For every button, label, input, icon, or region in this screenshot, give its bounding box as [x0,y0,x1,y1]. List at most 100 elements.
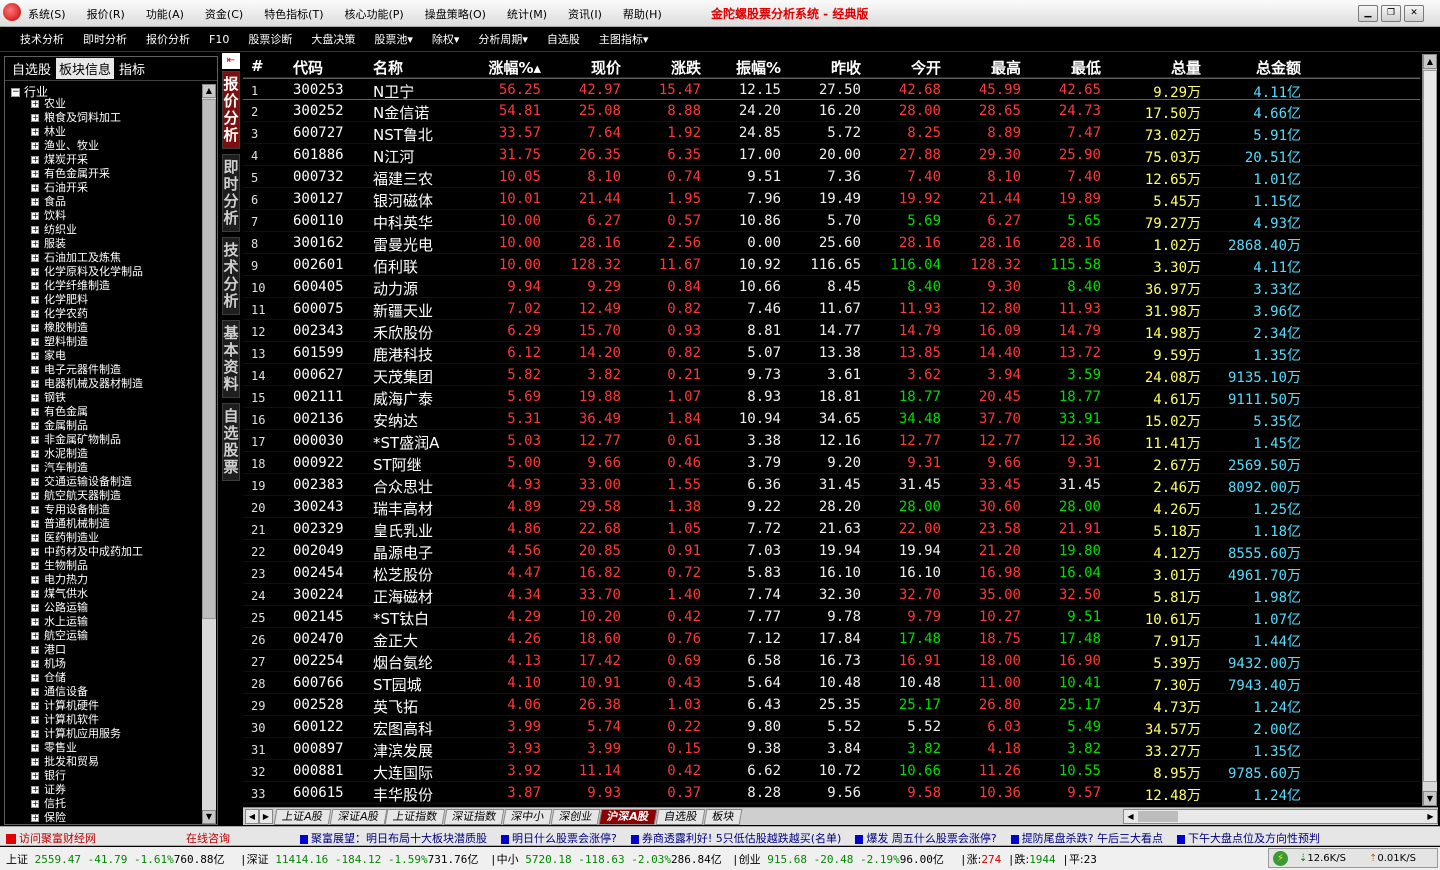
expand-icon[interactable]: + [31,744,39,752]
news-item[interactable]: 聚富展望：明日布局十大板块潜质股 [300,830,487,845]
sheet-tab[interactable]: 板块 [703,809,742,825]
menu-item[interactable]: 特色指标(T) [264,6,323,22]
tree-item[interactable]: + 化学肥料 [31,293,201,307]
news-item[interactable]: 提防尾盘杀跌? 午后三大看点 [1010,830,1163,845]
vertical-tab[interactable]: 即时分析 [222,154,240,232]
expand-icon[interactable]: + [31,716,39,724]
tree-item[interactable]: + 航空航天器制造 [31,489,201,503]
toolbar-item[interactable]: 分析周期▾ [478,31,528,47]
table-row[interactable]: 31 000897 津滨发展 3.93 3.99 0.15 9.38 3.84 3.82 4.18… [243,738,1420,760]
scroll-down-icon[interactable]: ▼ [202,810,216,824]
tree-item[interactable]: + 煤炭开采 [31,153,201,167]
tree-item[interactable]: + 机场 [31,657,201,671]
tree-item[interactable]: + 化学农药 [31,307,201,321]
tree-item[interactable]: + 汽车制造 [31,461,201,475]
panel-toggle-icon[interactable]: ⇤ [222,53,240,69]
scroll-up-icon[interactable]: ▲ [1423,54,1437,69]
table-row[interactable]: 22 002049 晶源电子 4.56 20.85 0.91 7.03 19.94 19.94 2… [243,540,1420,562]
column-header[interactable]: # [251,57,264,75]
menu-item[interactable]: 统计(M) [507,6,547,22]
menu-item[interactable]: 资金(C) [205,6,243,22]
expand-icon[interactable]: + [31,436,39,444]
expand-icon[interactable]: + [31,590,39,598]
tree-item[interactable]: + 计算机应用服务 [31,727,201,741]
tree-item[interactable]: + 塑料制造 [31,335,201,349]
scroll-left-icon[interactable]: ◀ [1124,810,1137,823]
toolbar-item[interactable]: 自选股 [547,31,580,47]
table-row[interactable]: 19 002383 合众思壮 4.93 33.00 1.55 6.36 31.45 31.45 3… [243,474,1420,496]
tree-item[interactable]: + 保险 [31,811,201,825]
tree-item[interactable]: + 林业 [31,125,201,139]
tree-item[interactable]: + 有色金属 [31,405,201,419]
tree-item[interactable]: + 化学原料及化学制品 [31,265,201,279]
tab-prev-icon[interactable]: ◀ [245,809,259,824]
vertical-tab[interactable]: 报价分析 [222,71,240,149]
tree-item[interactable]: + 电力热力 [31,573,201,587]
sheet-tab[interactable]: 上证A股 [273,809,331,825]
column-header[interactable]: 最低 [1001,57,1101,78]
table-row[interactable]: 3 600727 NST鲁北 33.57 7.64 1.92 24.85 5.72 8.25 8.… [243,122,1420,144]
expand-icon[interactable]: + [31,450,39,458]
tree-item[interactable]: + 食品 [31,195,201,209]
table-row[interactable]: 7 600110 中科英华 10.00 6.27 0.57 10.86 5.70 5.69 6.2… [243,210,1420,232]
tree-item[interactable]: + 水上运输 [31,615,201,629]
toolbar-item[interactable]: 大盘决策 [311,31,355,47]
table-row[interactable]: 17 000030 *ST盛润A 5.03 12.77 0.61 3.38 12.16 12.7… [243,430,1420,452]
expand-icon[interactable]: + [31,142,39,150]
expand-icon[interactable]: + [31,352,39,360]
scroll-up-icon[interactable]: ▲ [202,84,216,98]
tree-item[interactable]: + 医药制造业 [31,531,201,545]
table-row[interactable]: 4 601886 N江河 31.75 26.35 6.35 17.00 20.00 27.88 2… [243,144,1420,166]
table-row[interactable]: 16 002136 安纳达 5.31 36.49 1.84 10.94 34.65 34.48 3… [243,408,1420,430]
expand-icon[interactable]: + [31,394,39,402]
close-button[interactable]: ✕ [1404,5,1424,22]
toolbar-item[interactable]: 报价分析 [146,31,190,47]
tree-item[interactable]: + 零售业 [31,741,201,755]
expand-icon[interactable]: + [31,240,39,248]
tree-item[interactable]: + 电器机械及器材制造 [31,377,201,391]
sheet-tab[interactable]: 深证指数 [443,809,505,825]
expand-icon[interactable]: + [31,422,39,430]
left-panel-scrollbar[interactable]: ▲ ▼ [202,84,216,824]
tree-item[interactable]: + 石油开采 [31,181,201,195]
tree-item[interactable]: + 服装 [31,237,201,251]
expand-icon[interactable]: + [31,562,39,570]
visit-link[interactable]: 访问聚富财经网 [6,830,96,845]
table-row[interactable]: 6 300127 银河磁体 10.01 21.44 1.95 7.96 19.49 19.92 2… [243,188,1420,210]
menu-item[interactable]: 帮助(H) [623,6,662,22]
table-row[interactable]: 1 300253 N卫宁 56.25 42.97 15.47 12.15 27.50 42.68… [243,78,1420,101]
table-row[interactable]: 23 002454 松芝股份 4.47 16.82 0.72 5.83 16.10 16.10 1… [243,562,1420,584]
expand-icon[interactable]: + [31,170,39,178]
left-panel-tab[interactable]: 板块信息 [56,58,115,79]
tree-item[interactable]: + 饮料 [31,209,201,223]
expand-icon[interactable]: + [31,100,39,108]
menu-item[interactable]: 报价(R) [87,6,125,22]
tree-item[interactable]: + 交通运输设备制造 [31,475,201,489]
table-row[interactable]: 9 002601 佰利联 10.00 128.32 11.67 10.92 116.65 116… [243,254,1420,276]
scroll-thumb[interactable] [1138,811,1178,822]
expand-icon[interactable]: + [31,548,39,556]
expand-icon[interactable]: + [31,198,39,206]
tree-item[interactable]: + 仓储 [31,671,201,685]
expand-icon[interactable]: + [31,408,39,416]
table-row[interactable]: 25 002145 *ST钛白 4.29 10.20 0.42 7.77 9.78 9.79 10… [243,606,1420,628]
expand-icon[interactable]: + [31,380,39,388]
tree-item[interactable]: + 水泥制造 [31,447,201,461]
table-row[interactable]: 28 600766 ST园城 4.10 10.91 0.43 5.64 10.48 10.48 1… [243,672,1420,694]
grid-scrollbar[interactable]: ▲ ▼ [1422,54,1437,806]
expand-icon[interactable]: + [31,814,39,822]
horizontal-scrollbar[interactable]: ◀ ▶ [1123,809,1438,824]
toolbar-item[interactable]: 技术分析 [20,31,64,47]
collapse-icon[interactable]: − [11,88,20,97]
tree-item[interactable]: + 证券 [31,783,201,797]
column-header[interactable]: 代码 [293,57,323,78]
expand-icon[interactable]: + [31,268,39,276]
news-item[interactable]: 明日什么股票会涨停? [501,830,617,845]
expand-icon[interactable]: + [31,800,39,808]
expand-icon[interactable]: + [31,576,39,584]
toolbar-item[interactable]: 股票池▾ [374,31,413,47]
tree-item[interactable]: + 橡胶制造 [31,321,201,335]
expand-icon[interactable]: + [31,478,39,486]
expand-icon[interactable]: + [31,534,39,542]
expand-icon[interactable]: + [31,646,39,654]
